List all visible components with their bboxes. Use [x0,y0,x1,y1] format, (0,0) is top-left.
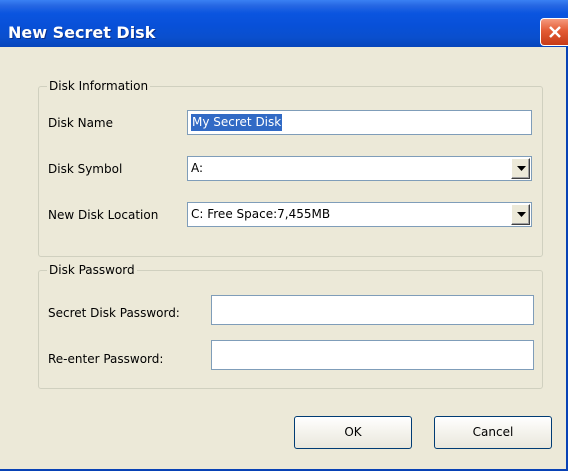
disk-symbol-dropdown-button[interactable] [511,158,530,179]
new-disk-location-dropdown-button[interactable] [511,204,530,225]
chevron-down-icon [517,212,526,217]
new-disk-location-value: C: Free Space:7,455MB [191,207,331,221]
new-disk-location-label: New Disk Location [48,208,159,222]
new-disk-location-dropdown[interactable]: C: Free Space:7,455MB [187,202,532,227]
cancel-button[interactable]: Cancel [434,416,552,449]
close-icon [549,26,561,38]
secret-disk-password-label: Secret Disk Password: [48,306,180,320]
reenter-password-label: Re-enter Password: [48,352,164,366]
ok-button[interactable]: OK [294,416,412,449]
title-bar[interactable]: New Secret Disk [0,0,568,47]
disk-information-legend: Disk Information [47,79,151,93]
window-title: New Secret Disk [8,23,156,42]
disk-password-group: Disk Password [38,263,543,389]
close-button[interactable] [540,18,568,46]
disk-name-label: Disk Name [48,116,113,130]
disk-password-legend: Disk Password [47,263,137,277]
reenter-password-input[interactable] [211,340,534,370]
chevron-down-icon [517,166,526,171]
secret-disk-password-input[interactable] [211,295,534,325]
disk-symbol-label: Disk Symbol [48,162,123,176]
disk-symbol-dropdown[interactable]: A: [187,156,532,181]
disk-name-value: My Secret Disk [191,114,283,131]
new-secret-disk-dialog: New Secret Disk Disk Information Disk Na… [0,0,568,471]
disk-name-input[interactable]: My Secret Disk [187,110,532,135]
disk-symbol-value: A: [191,161,204,175]
